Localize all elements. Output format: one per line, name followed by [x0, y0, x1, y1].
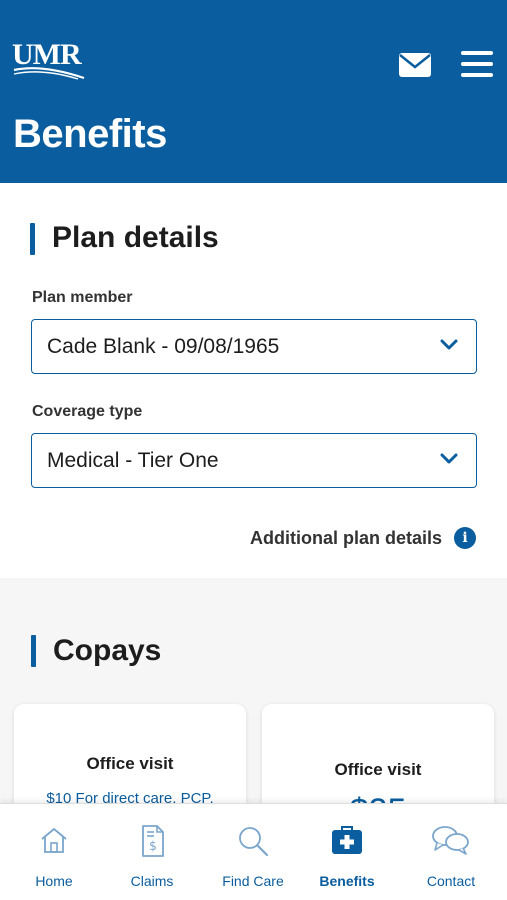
- nav-item-claims[interactable]: $ Claims: [102, 804, 202, 900]
- coverage-type-value: Medical - Tier One: [47, 449, 219, 472]
- menu-button[interactable]: [460, 48, 494, 80]
- nav-item-find-care[interactable]: Find Care: [203, 804, 303, 900]
- chat-bubbles-icon: [432, 826, 469, 855]
- coverage-type-select[interactable]: Medical - Tier One: [31, 433, 477, 488]
- copay-card-title: Office visit: [86, 754, 174, 773]
- plan-details-section: Plan details Plan member Cade Blank - 09…: [0, 183, 507, 578]
- coverage-type-label: Coverage type: [32, 403, 143, 420]
- copay-card-title: Office visit: [334, 760, 422, 779]
- svg-text:$: $: [149, 839, 157, 853]
- claims-document-icon: $: [142, 825, 164, 857]
- chevron-down-icon: [440, 339, 458, 350]
- nav-label-claims: Claims: [130, 873, 174, 889]
- chevron-down-icon: [440, 453, 458, 464]
- plan-details-title: Plan details: [52, 221, 219, 254]
- home-icon: [41, 828, 67, 853]
- info-icon: i: [454, 527, 476, 549]
- bottom-navigation: Home $ Claims Find Care Benefits Contact: [0, 803, 507, 900]
- copays-title: Copays: [53, 634, 162, 667]
- mail-button[interactable]: [398, 52, 432, 78]
- umr-logo[interactable]: UMR: [12, 38, 86, 82]
- menu-icon: [461, 51, 493, 77]
- plan-member-label: Plan member: [32, 289, 133, 306]
- page-title: Benefits: [13, 112, 167, 156]
- nav-item-home[interactable]: Home: [4, 804, 104, 900]
- search-icon: [239, 827, 269, 857]
- plan-member-value: Cade Blank - 09/08/1965: [47, 335, 280, 358]
- mail-icon: [399, 53, 431, 77]
- logo-swoosh-icon: [13, 67, 85, 80]
- app-header: UMR Benefits: [0, 0, 507, 183]
- medical-kit-icon: [332, 826, 362, 854]
- nav-label-home: Home: [35, 873, 73, 889]
- section-accent-bar: [30, 223, 35, 255]
- plan-member-select[interactable]: Cade Blank - 09/08/1965: [31, 319, 477, 374]
- additional-plan-details-label: Additional plan details: [249, 527, 442, 548]
- nav-label-contact: Contact: [426, 873, 476, 889]
- nav-item-contact[interactable]: Contact: [401, 804, 501, 900]
- nav-label-benefits: Benefits: [319, 873, 375, 889]
- additional-plan-details-link[interactable]: Additional plan details i: [250, 527, 476, 549]
- nav-item-benefits[interactable]: Benefits: [297, 804, 397, 900]
- section-accent-bar: [31, 635, 36, 667]
- nav-label-find-care: Find Care: [222, 873, 284, 889]
